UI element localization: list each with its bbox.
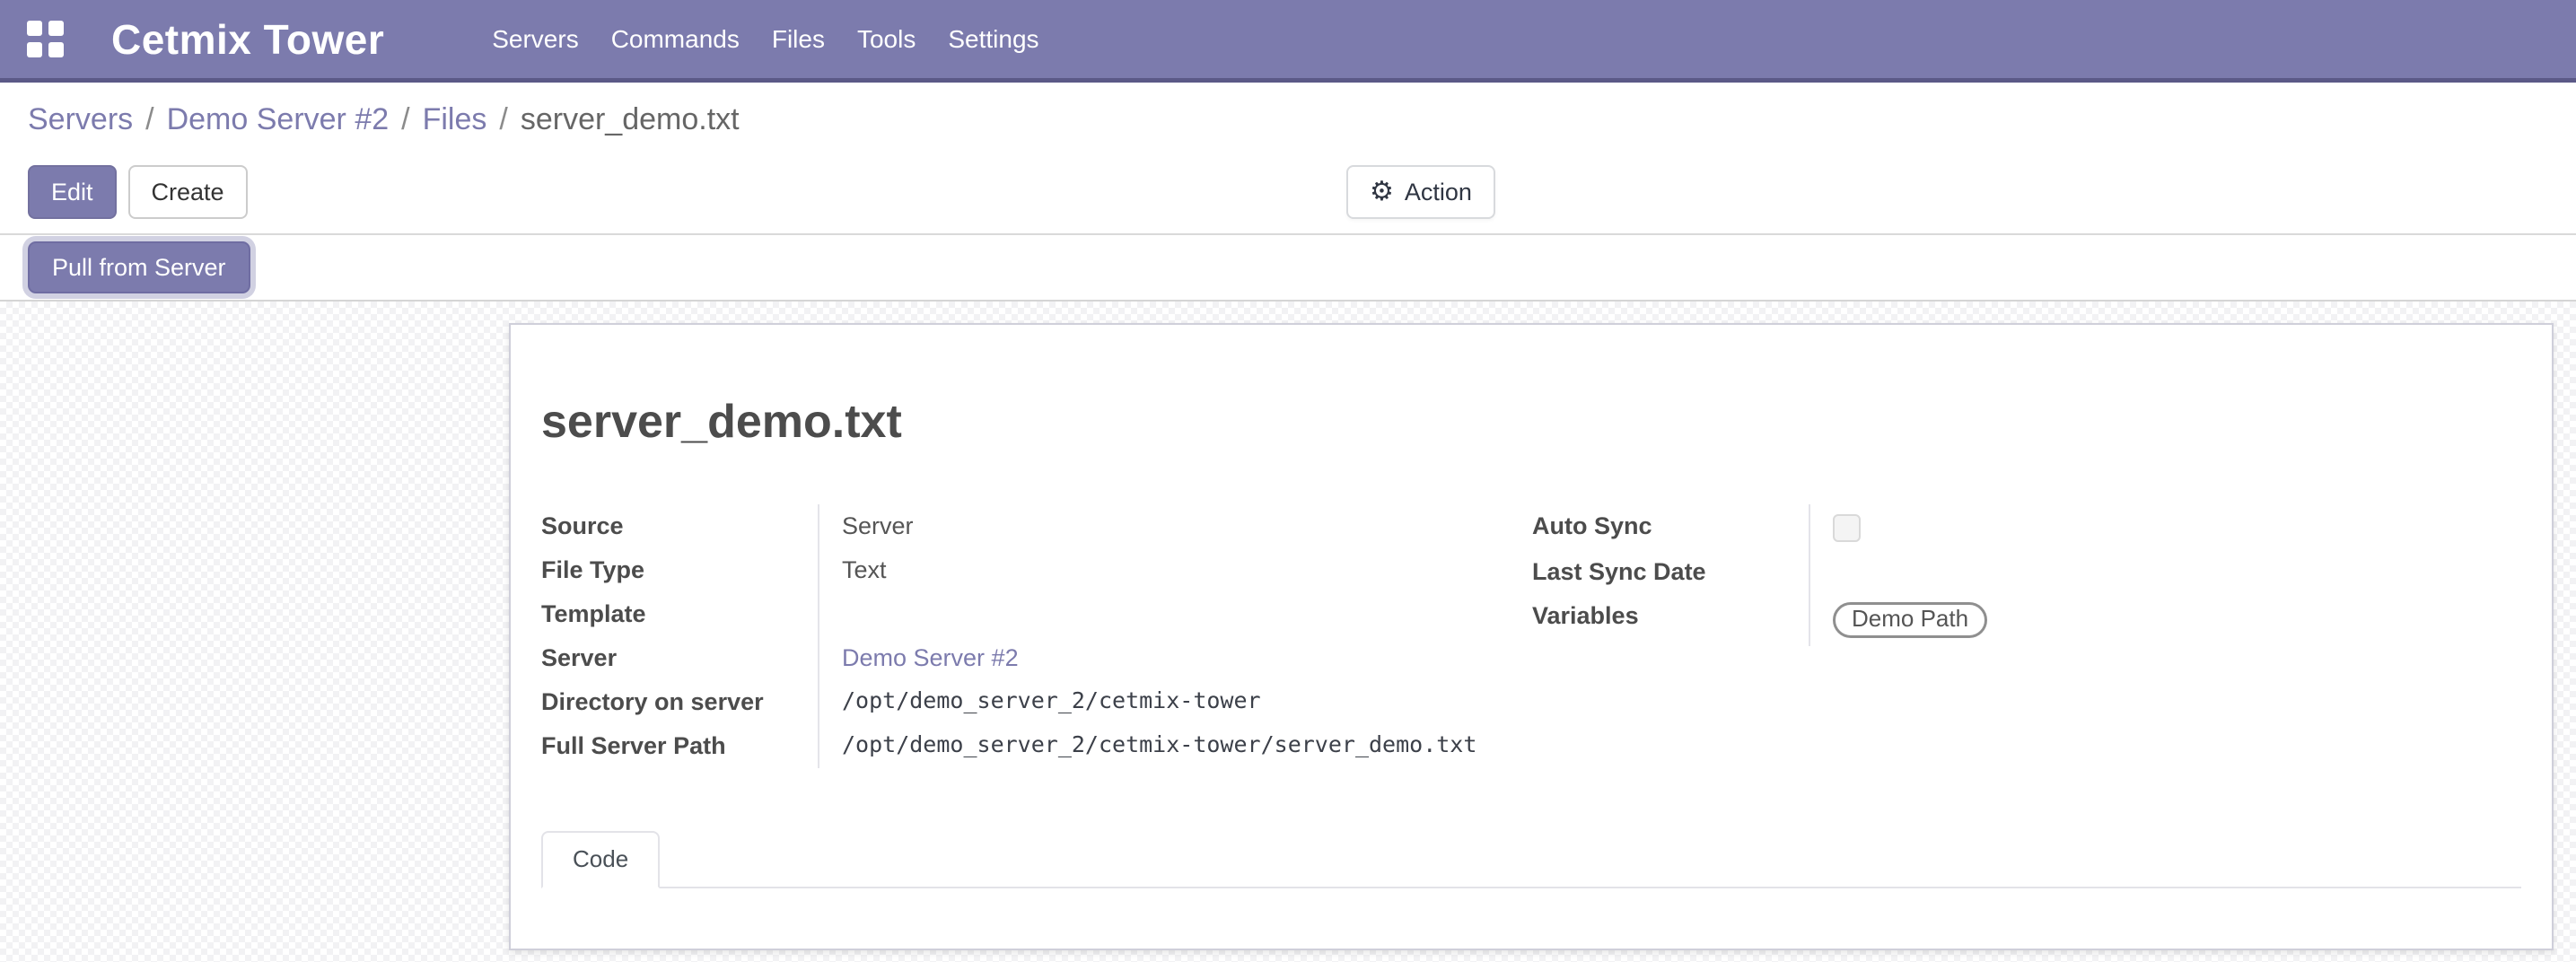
- menu-item-servers[interactable]: Servers: [481, 16, 589, 63]
- field-label-last-sync-date: Last Sync Date: [1532, 550, 1809, 594]
- field-value-template: [818, 592, 1494, 636]
- apps-grid-icon[interactable]: [27, 21, 65, 58]
- menu-item-commands[interactable]: Commands: [600, 16, 750, 63]
- breadcrumb-separator: /: [499, 102, 507, 137]
- gear-icon: ⚙: [1370, 179, 1394, 206]
- menu-item-settings[interactable]: Settings: [937, 16, 1049, 63]
- field-groups: Source Server File Type Text Template Se…: [541, 504, 2521, 768]
- record-buttons: Edit Create: [28, 165, 248, 219]
- record-title: server_demo.txt: [541, 395, 2521, 449]
- edit-button[interactable]: Edit: [28, 165, 117, 219]
- breadcrumb-current: server_demo.txt: [521, 102, 740, 137]
- field-label-file-type: File Type: [541, 548, 818, 592]
- control-panel: Servers / Demo Server #2 / Files / serve…: [0, 83, 2576, 235]
- breadcrumb-separator: /: [145, 102, 153, 137]
- form-view-background: server_demo.txt Source Server File Type …: [0, 302, 2576, 962]
- menu-item-tools[interactable]: Tools: [846, 16, 926, 63]
- tab-code[interactable]: Code: [541, 831, 660, 888]
- action-button-label: Action: [1405, 179, 1472, 206]
- action-button[interactable]: ⚙ Action: [1346, 165, 1495, 219]
- field-label-variables: Variables: [1532, 594, 1809, 646]
- breadcrumb: Servers / Demo Server #2 / Files / serve…: [28, 102, 740, 137]
- breadcrumb-servers[interactable]: Servers: [28, 102, 133, 137]
- pull-from-server-button[interactable]: Pull from Server: [28, 241, 250, 293]
- form-statusbar: Pull from Server: [0, 235, 2576, 302]
- field-value-file-type: Text: [818, 548, 1494, 592]
- field-label-full-path: Full Server Path: [541, 724, 818, 768]
- menu-item-files[interactable]: Files: [761, 16, 836, 63]
- breadcrumb-demo-server[interactable]: Demo Server #2: [167, 102, 390, 137]
- field-value-server-link[interactable]: Demo Server #2: [818, 636, 1494, 680]
- field-value-variables: Demo Path: [1809, 594, 2519, 646]
- field-label-auto-sync: Auto Sync: [1532, 504, 1809, 550]
- field-label-source: Source: [541, 504, 818, 548]
- field-value-source: Server: [818, 504, 1494, 548]
- top-navbar: Cetmix Tower Servers Commands Files Tool…: [0, 0, 2576, 83]
- field-value-last-sync-date: [1809, 550, 2519, 594]
- field-value-full-path: /opt/demo_server_2/cetmix-tower/server_d…: [818, 724, 1494, 768]
- create-button[interactable]: Create: [128, 165, 248, 219]
- field-label-template: Template: [541, 592, 818, 636]
- field-label-directory: Directory on server: [541, 680, 818, 724]
- main-menu: Servers Commands Files Tools Settings: [481, 16, 1049, 63]
- field-group-left: Source Server File Type Text Template Se…: [541, 504, 1494, 768]
- breadcrumb-separator: /: [401, 102, 409, 137]
- breadcrumb-files[interactable]: Files: [423, 102, 487, 137]
- field-group-right: Auto Sync Last Sync Date Variables Demo …: [1532, 504, 2519, 646]
- variable-tag-demo-path[interactable]: Demo Path: [1833, 602, 1987, 638]
- form-sheet: server_demo.txt Source Server File Type …: [509, 323, 2554, 950]
- field-value-auto-sync: [1809, 504, 2519, 550]
- field-value-directory: /opt/demo_server_2/cetmix-tower: [818, 680, 1494, 724]
- notebook-tab-strip: Code: [541, 829, 2521, 888]
- app-brand-title: Cetmix Tower: [111, 15, 384, 64]
- auto-sync-checkbox[interactable]: [1833, 514, 1861, 542]
- field-label-server: Server: [541, 636, 818, 680]
